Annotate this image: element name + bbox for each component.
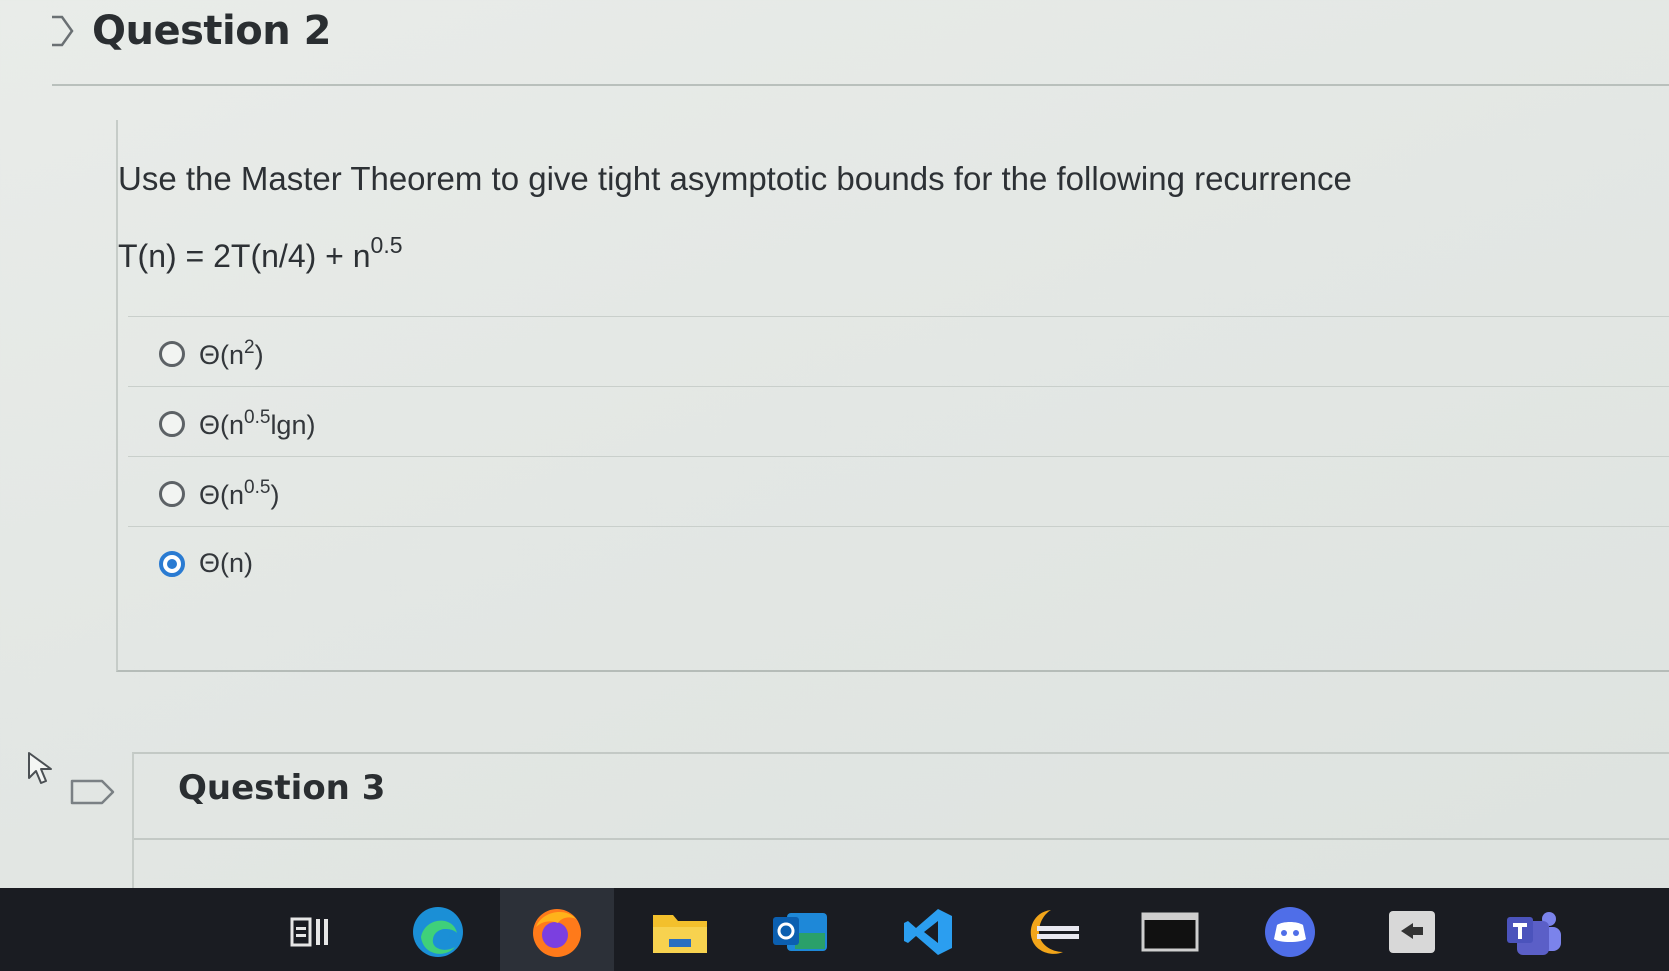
question-title: Question 3 [178, 768, 386, 808]
recurrence-formula: T(n) = 2T(n/4) + n0.5 [118, 232, 403, 275]
edge-icon[interactable] [408, 904, 468, 960]
app-icon[interactable] [1382, 904, 1442, 960]
firefox-icon[interactable] [527, 904, 587, 960]
question-title: Question 2 [92, 8, 331, 54]
question-3-box: Question 3 [132, 752, 1669, 894]
question-prompt: Use the Master Theorem to give tight asy… [118, 160, 1352, 197]
radio-button-selected[interactable] [159, 550, 185, 577]
answer-option-label: Θ(n) [199, 548, 253, 578]
formula-base: T(n) = 2T(n/4) + n [118, 238, 371, 274]
answer-option-label: Θ(n2) [199, 336, 264, 370]
teams-icon[interactable] [1504, 904, 1564, 960]
flag-question-icon[interactable] [52, 14, 74, 48]
formula-exponent: 0.5 [370, 232, 403, 258]
mouse-pointer-icon [28, 752, 52, 784]
question-2-body: Use the Master Theorem to give tight asy… [116, 120, 1669, 672]
terminal-icon[interactable] [1140, 904, 1200, 960]
discord-icon[interactable] [1260, 904, 1320, 960]
question-2-header: Question 2 [52, 0, 1669, 86]
answer-option-4[interactable]: Θ(n) [128, 526, 1669, 600]
answer-option-2[interactable]: Θ(n0.5lgn) [128, 386, 1669, 460]
outlook-icon[interactable] [770, 904, 830, 960]
radio-button[interactable] [159, 340, 185, 367]
question-3-header: Question 3 [134, 754, 1669, 840]
radio-button[interactable] [159, 480, 185, 507]
answer-option-1[interactable]: Θ(n2) [128, 316, 1669, 390]
task-view-icon[interactable] [280, 904, 340, 960]
answer-option-3[interactable]: Θ(n0.5) [128, 456, 1669, 530]
radio-button[interactable] [159, 410, 185, 437]
answer-option-label: Θ(n0.5) [199, 476, 280, 510]
eclipse-icon[interactable] [1022, 904, 1082, 960]
file-explorer-icon[interactable] [650, 904, 710, 960]
answer-option-label: Θ(n0.5lgn) [199, 406, 316, 440]
vscode-icon[interactable] [898, 904, 958, 960]
flag-question-icon[interactable] [70, 778, 116, 806]
